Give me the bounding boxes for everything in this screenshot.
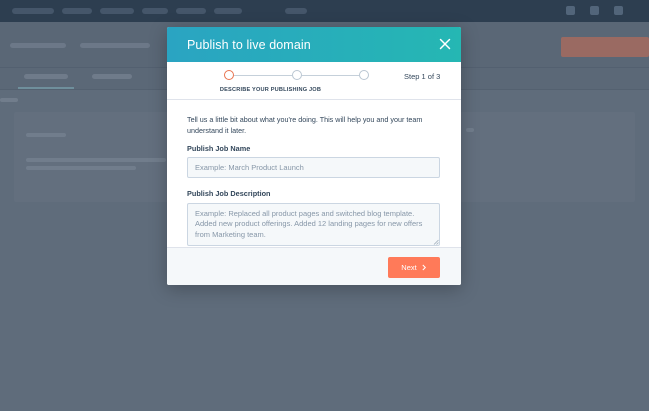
modal-footer: Next: [167, 247, 461, 285]
background-line: [0, 98, 18, 102]
divider: [167, 99, 461, 100]
background-top-navigation: [0, 0, 649, 22]
chevron-right-icon: [422, 264, 426, 271]
modal-header: Publish to live domain: [167, 27, 461, 62]
background-notification-icon: [566, 6, 575, 15]
resize-handle-icon[interactable]: [433, 239, 439, 245]
background-tab: [24, 74, 68, 79]
next-button[interactable]: Next: [388, 257, 440, 278]
background-nav-item: [62, 8, 92, 14]
intro-text: Tell us a little bit about what you're d…: [187, 115, 423, 135]
publish-modal: Publish to live domain DESCRIBE YOUR PUB…: [167, 27, 461, 285]
job-name-label: Publish Job Name: [187, 144, 251, 153]
background-account-icon: [614, 6, 623, 15]
background-nav-item: [142, 8, 168, 14]
background-breadcrumb: [80, 43, 150, 48]
step-counter: Step 1 of 3: [404, 72, 441, 81]
job-description-label: Publish Job Description: [187, 189, 271, 198]
background-nav-item: [12, 8, 54, 14]
job-description-input[interactable]: [187, 203, 440, 246]
background-action-button: [561, 37, 649, 57]
step-indicator: DESCRIBE YOUR PUBLISHING JOB Step 1 of 3: [167, 62, 461, 102]
background-nav-item: [214, 8, 242, 14]
next-button-label: Next: [401, 263, 417, 272]
step-3-dot: [359, 70, 369, 80]
step-caption: DESCRIBE YOUR PUBLISHING JOB: [219, 87, 322, 93]
background-line: [466, 128, 474, 132]
background-nav-item: [176, 8, 206, 14]
background-breadcrumb: [10, 43, 66, 48]
background-line: [26, 158, 166, 162]
step-connector: [234, 74, 292, 76]
step-2-dot: [292, 70, 302, 80]
step-1-dot: [224, 70, 234, 80]
background-line: [26, 166, 136, 170]
background-settings-icon: [590, 6, 599, 15]
job-name-input[interactable]: [187, 157, 440, 178]
background-nav-item: [100, 8, 134, 14]
background-tab: [92, 74, 132, 79]
background-tab-indicator: [18, 87, 74, 89]
modal-title: Publish to live domain: [187, 38, 311, 52]
background-line: [26, 133, 66, 137]
close-icon[interactable]: [437, 36, 453, 52]
background-nav-item: [285, 8, 307, 14]
step-connector: [302, 74, 359, 76]
